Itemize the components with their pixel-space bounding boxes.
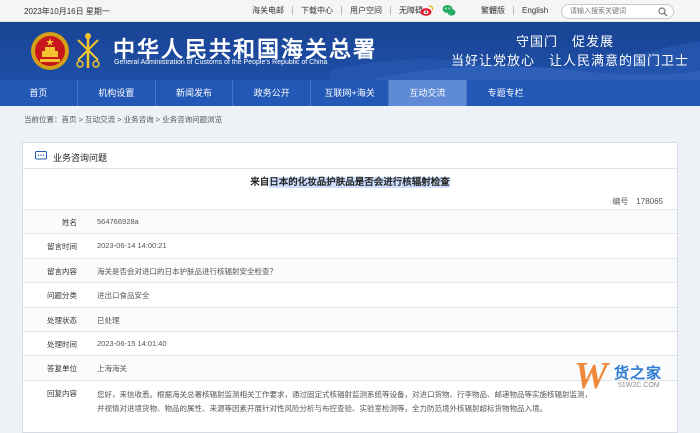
- row-time: 留言时间 2023-06-14 14:00:21: [23, 233, 677, 257]
- search-icon[interactable]: [658, 7, 668, 17]
- breadcrumb[interactable]: 当前位置：首页 > 互动交流 > 业务咨询 > 业务咨询问题浏览: [24, 114, 222, 125]
- link-user-space[interactable]: 用户空间: [342, 6, 391, 15]
- lang-traditional[interactable]: 繁體版: [473, 6, 514, 15]
- nav-home[interactable]: 首页: [0, 80, 78, 106]
- question-number: 编号 178065: [612, 197, 663, 206]
- unit-value: 上海海关: [97, 364, 127, 374]
- language-switch: 繁體版 English: [473, 6, 556, 15]
- search-box: [561, 4, 674, 19]
- category-label: 问题分类: [47, 291, 77, 301]
- chat-bubble-icon: [35, 151, 47, 160]
- site-title-english: General Administration of Customs of the…: [114, 59, 328, 66]
- link-customs-email[interactable]: 海关电邮: [244, 6, 293, 15]
- panel-title: 业务咨询问题: [53, 153, 108, 163]
- current-date: 2023年10月16日 星期一: [24, 7, 110, 16]
- name-label: 姓名: [62, 218, 77, 227]
- time-label: 留言时间: [47, 242, 77, 252]
- slogan-line-1: 守国门 促发展: [516, 34, 615, 49]
- processed-label: 处理时间: [47, 339, 77, 349]
- nav-government-affairs[interactable]: 政务公开: [233, 80, 312, 106]
- slogan-line-2: 当好让党放心 让人民满意的国门卫士: [451, 53, 690, 68]
- status-value: 已处理: [97, 315, 120, 325]
- watermark-url: 51W2C.COM: [618, 382, 660, 389]
- row-name: 姓名 564766928a: [23, 209, 677, 234]
- processed-value: 2023-06-15 14:01:40: [97, 338, 167, 348]
- row-content: 留言内容 海关是否会对进口的日本护肤品进行核辐射安全检查？: [23, 257, 677, 283]
- panel-header: 业务咨询问题: [23, 143, 677, 169]
- link-download-center[interactable]: 下载中心: [293, 6, 342, 15]
- customs-emblem-icon: [76, 33, 100, 68]
- site-banner: 中华人民共和国海关总署 General Administration of Cu…: [0, 22, 700, 80]
- unit-label: 答复单位: [47, 364, 77, 374]
- row-processed-time: 处理时间 2023-06-15 14:01:40: [23, 330, 677, 355]
- category-value: 进出口食品安全: [97, 291, 150, 301]
- row-category: 问题分类 进出口食品安全: [23, 282, 677, 306]
- question-prefix: 来自: [250, 177, 270, 188]
- nav-news[interactable]: 新闻发布: [156, 80, 234, 106]
- content-label: 留言内容: [47, 266, 77, 276]
- top-utility-bar: 2023年10月16日 星期一 海关电邮 下载中心 用户空间 无障碍 繁體版 E…: [0, 0, 700, 22]
- question-title: 来自日本的化妆品护肤品是否会进行核辐射检查: [23, 174, 677, 188]
- nav-organization[interactable]: 机构设置: [78, 80, 156, 106]
- status-label: 处理状态: [47, 315, 77, 325]
- top-links: 海关电邮 下载中心 用户空间 无障碍: [244, 6, 431, 15]
- name-value: 564766928a: [97, 217, 139, 226]
- reply-label: 回复内容: [47, 388, 77, 398]
- question-subject: 日本的化妆品护肤品是否会进行核辐射检查: [269, 177, 450, 188]
- wechat-icon[interactable]: [442, 4, 456, 17]
- nav-internet-customs[interactable]: 互联网+海关: [311, 80, 389, 106]
- search-input[interactable]: [570, 6, 656, 17]
- main-nav: 首页 机构设置 新闻发布 政务公开 互联网+海关 互动交流 专题专栏: [0, 80, 700, 106]
- time-value: 2023-06-14 14:00:21: [97, 241, 167, 251]
- national-emblem-icon: [31, 32, 69, 70]
- watermark-logo: W 货之家 51W2C.COM: [574, 356, 684, 406]
- lang-english[interactable]: English: [514, 6, 556, 15]
- nav-special-topics[interactable]: 专题专栏: [467, 80, 545, 106]
- content-value: 海关是否会对进口的日本护肤品进行核辐射安全检查？: [97, 266, 277, 276]
- watermark-text: 货之家: [614, 365, 663, 382]
- nav-interaction[interactable]: 互动交流: [388, 80, 467, 106]
- social-links: [420, 4, 456, 17]
- row-status: 处理状态 已处理: [23, 306, 677, 331]
- watermark-letter: W: [574, 355, 608, 397]
- weibo-icon[interactable]: [420, 4, 434, 17]
- reply-value: 您好，来信收悉。根据海关总署核辐射监测相关工作要求，通过固定式核辐射监测系统等设…: [97, 389, 592, 413]
